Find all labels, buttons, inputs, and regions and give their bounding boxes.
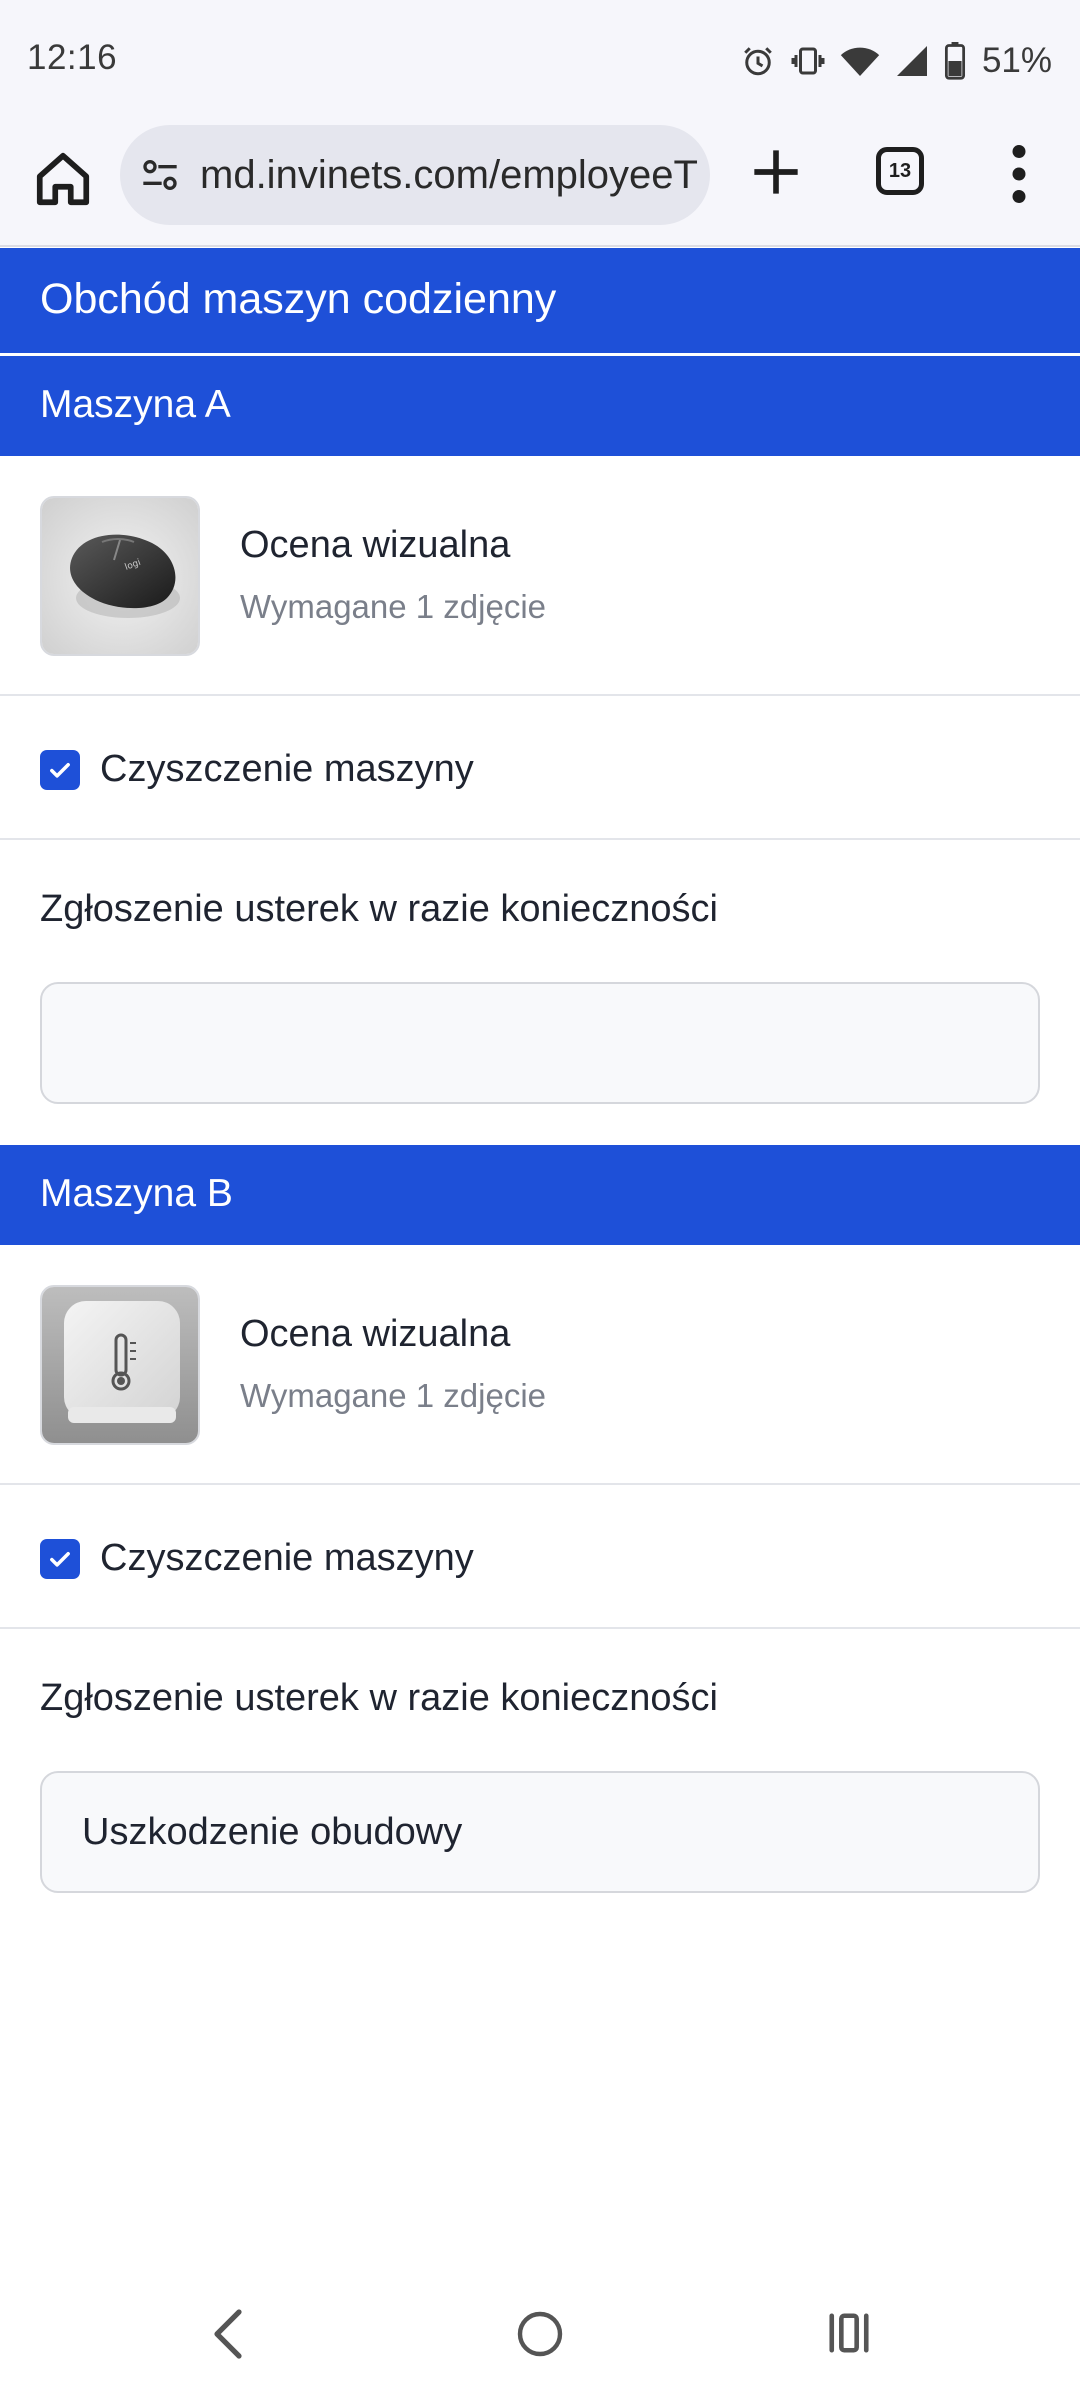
cleaning-checkbox-label[interactable]: Czyszczenie maszyny — [100, 1537, 474, 1580]
site-settings-icon[interactable] — [140, 155, 180, 195]
home-icon[interactable] — [32, 148, 94, 210]
page-title: Obchód maszyn codzienny — [40, 275, 557, 323]
status-bar: 12:16 51% — [0, 0, 1080, 122]
home-circle-icon[interactable] — [516, 2310, 564, 2358]
thermometer-sensor-photo[interactable] — [40, 1285, 200, 1445]
defect-report-label: Zgłoszenie usterek w razie konieczności — [40, 888, 718, 930]
more-menu-icon[interactable] — [1010, 144, 1028, 204]
cleaning-checkbox-row[interactable]: Czyszczenie maszyny — [0, 1487, 1080, 1629]
cleaning-checkbox[interactable] — [40, 750, 80, 790]
defect-report-input[interactable] — [40, 1771, 1040, 1893]
system-nav-bar — [0, 2280, 1080, 2400]
back-icon[interactable] — [208, 2306, 250, 2362]
tab-switcher-icon[interactable]: 13 — [876, 147, 924, 195]
cleaning-checkbox-label[interactable]: Czyszczenie maszyny — [100, 748, 474, 791]
section-header-maszyna-b: Maszyna B — [0, 1145, 1080, 1245]
cleaning-checkbox[interactable] — [40, 1539, 80, 1579]
photo-item-subtitle: Wymagane 1 zdjęcie — [240, 588, 547, 625]
status-icons: 51% — [740, 40, 1052, 82]
new-tab-icon[interactable] — [750, 146, 802, 198]
section-header-maszyna-a: Maszyna A — [0, 356, 1080, 456]
photo-item-visual-assessment[interactable]: Ocena wizualna Wymagane 1 zdjęcie — [0, 1245, 1080, 1485]
defect-report-input[interactable] — [40, 982, 1040, 1104]
photo-item-visual-assessment[interactable]: logi Ocena wizualna Wymagane 1 zdjęcie — [0, 456, 1080, 696]
vibrate-icon — [791, 47, 825, 75]
section-title: Maszyna B — [40, 1172, 233, 1215]
section-title: Maszyna A — [40, 383, 231, 426]
cleaning-checkbox-row[interactable]: Czyszczenie maszyny — [0, 698, 1080, 840]
wifi-icon — [840, 47, 880, 76]
alarm-icon — [744, 47, 772, 76]
signal-icon — [896, 46, 927, 76]
recents-icon[interactable] — [826, 2310, 872, 2356]
tab-count: 13 — [888, 159, 912, 182]
computer-mouse-photo[interactable]: logi — [40, 496, 200, 656]
page-header: Obchód maszyn codzienny — [0, 248, 1080, 353]
battery-icon — [944, 42, 965, 80]
url-text[interactable]: md.invinets.com/employeeT — [200, 153, 700, 198]
battery-percentage: 51% — [981, 41, 1052, 80]
photo-item-title: Ocena wizualna — [240, 1313, 511, 1355]
photo-item-title: Ocena wizualna — [240, 524, 511, 566]
address-bar[interactable]: md.invinets.com/employeeT — [120, 125, 710, 225]
defect-report-label: Zgłoszenie usterek w razie konieczności — [40, 1677, 718, 1719]
browser-toolbar: md.invinets.com/employeeT 13 — [0, 122, 1080, 247]
status-time: 12:16 — [27, 38, 118, 77]
photo-item-subtitle: Wymagane 1 zdjęcie — [240, 1377, 547, 1414]
